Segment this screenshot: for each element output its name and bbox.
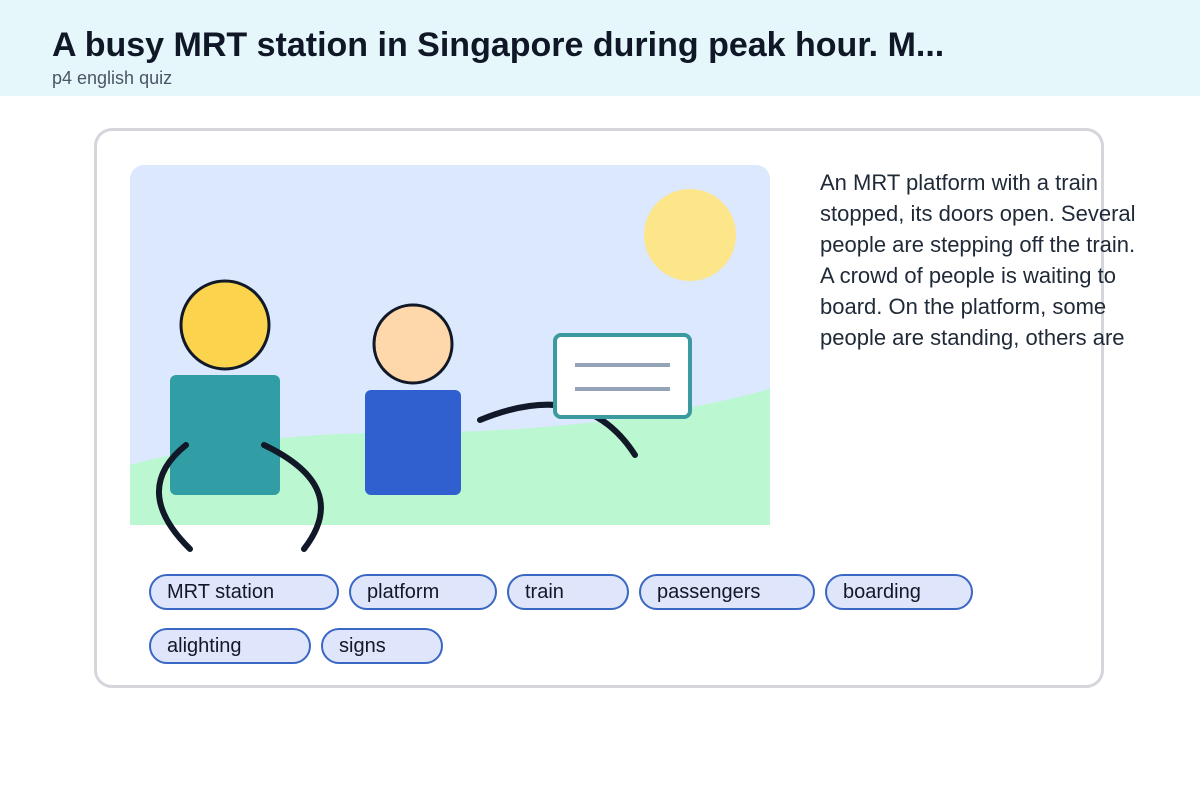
tag-chip-mrt-station[interactable]: MRT station (149, 574, 339, 610)
scene-description: An MRT platform with a train stopped, it… (820, 170, 1136, 350)
sun-icon (644, 189, 736, 281)
tag-chip-train[interactable]: train (507, 574, 629, 610)
scene-illustration (130, 165, 770, 552)
tag-chip-boarding[interactable]: boarding (825, 574, 973, 610)
tag-chip-platform[interactable]: platform (349, 574, 497, 610)
tag-chip-signs[interactable]: signs (321, 628, 443, 664)
tag-chip-passengers[interactable]: passengers (639, 574, 815, 610)
person-right-body (365, 390, 461, 495)
tag-chip-alighting[interactable]: alighting (149, 628, 311, 664)
ground-base (130, 511, 770, 525)
header-banner: A busy MRT station in Singapore during p… (0, 0, 1200, 96)
person-left-body (170, 375, 280, 495)
page-title: A busy MRT station in Singapore during p… (52, 26, 945, 64)
person-left-head (179, 279, 271, 371)
station-sign (553, 333, 692, 419)
page-subtitle: p4 english quiz (52, 68, 173, 88)
person-right-head (372, 303, 454, 385)
